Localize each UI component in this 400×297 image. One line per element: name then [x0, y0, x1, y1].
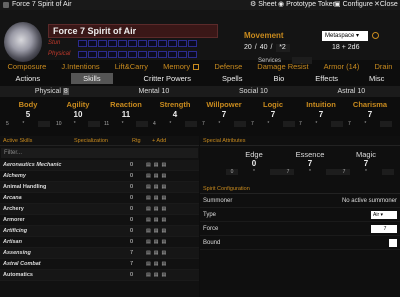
skill-actions-icon[interactable]: ▤▤▤: [146, 239, 169, 245]
skill-actions-icon[interactable]: ▤▤▤: [146, 217, 169, 223]
spirit-configuration: Spirit Configuration Summoner No active s…: [200, 184, 400, 250]
limits-bar: Physical 8 Mental 10 Social 10 Astral 10: [0, 86, 400, 97]
memory-link[interactable]: Memory: [163, 62, 200, 71]
skill-list: Aeronautics Mechanic 0 ▤▤▤ Alchemy 0 ▤▤▤ Ani…: [0, 160, 199, 281]
spirit-type-select[interactable]: Air ▾: [371, 210, 397, 219]
rtg-header: Rtg: [132, 137, 141, 144]
skill-actions-icon[interactable]: ▤▤▤: [146, 195, 169, 201]
drain-link[interactable]: Drain: [374, 62, 392, 71]
attribute-willpower[interactable]: Willpower 7 7 *: [202, 100, 246, 127]
tab-effects[interactable]: Effects: [315, 74, 338, 83]
tab-critter-powers[interactable]: Critter Powers: [144, 74, 192, 83]
attribute-logic[interactable]: Logic 7 7 *: [251, 100, 295, 127]
physical-track[interactable]: [78, 51, 197, 58]
special-attributes-panel: Special Attributes Edge 0 0 * Essence 7 7 * …: [200, 136, 400, 297]
skill-actions-icon[interactable]: ▤▤▤: [146, 228, 169, 234]
prototype-token-button[interactable]: ◉ Prototype Token: [278, 0, 337, 10]
initiative-toggle-icon[interactable]: [372, 32, 379, 39]
attribute-row: Body 5 5 * Agility 10 10 * Reaction 11 11 * Stren…: [0, 100, 400, 132]
tab-spells[interactable]: Spells: [222, 74, 242, 83]
skill-actions-icon[interactable]: ▤▤▤: [146, 250, 169, 256]
armor-link[interactable]: Armor (14): [324, 62, 360, 71]
physical-limit: Physical 8: [34, 88, 69, 95]
metaspace-select[interactable]: Metaspace ▾: [322, 31, 368, 41]
type-row: Type Air ▾: [200, 208, 400, 222]
attribute-charisma[interactable]: Charisma 7 7 *: [348, 100, 392, 127]
force-row: Force 7: [200, 222, 400, 236]
window-title: Force 7 Spirit of Air: [12, 1, 72, 8]
skill-actions-icon[interactable]: ▤▤▤: [146, 261, 169, 267]
skill-actions-icon[interactable]: ▤▤▤: [146, 162, 169, 168]
bound-checkbox[interactable]: [389, 238, 397, 247]
list-item[interactable]: Artificing 0 ▤▤▤: [0, 226, 199, 237]
memory-checkbox-icon[interactable]: [193, 63, 200, 70]
essence-attribute[interactable]: Essence 7 7 *: [282, 150, 338, 175]
list-item[interactable]: Automatics 0 ▤▤▤: [0, 270, 199, 281]
force-input[interactable]: 7: [371, 224, 397, 233]
spec-header: Specialization: [74, 137, 108, 144]
app-icon: [3, 2, 9, 8]
list-item[interactable]: Armorer 0 ▤▤▤: [0, 215, 199, 226]
mental-limit: Mental 10: [138, 88, 170, 95]
movement-label: Movement: [244, 31, 284, 40]
attribute-body[interactable]: Body 5 5 *: [6, 100, 50, 127]
skill-actions-icon[interactable]: ▤▤▤: [146, 173, 169, 179]
composure-link[interactable]: Composure: [8, 62, 47, 71]
tab-actions[interactable]: Actions: [15, 74, 40, 83]
skill-actions-icon[interactable]: ▤▤▤: [146, 272, 169, 278]
defense-link[interactable]: Defense: [214, 62, 242, 71]
configure-button[interactable]: ▣ Configure: [334, 0, 373, 10]
judge-intentions-link[interactable]: J.Intentions: [61, 62, 99, 71]
add-skill-button[interactable]: + Add: [152, 138, 166, 144]
damage-resist-link[interactable]: Damage Resist: [257, 62, 308, 71]
list-item[interactable]: Artisan 0 ▤▤▤: [0, 237, 199, 248]
movement-values: 20/40/*2: [244, 44, 290, 52]
list-item[interactable]: Astral Combat 7 ▤▤▤: [0, 259, 199, 270]
actor-header: Force 7 Spirit of Air Stun Physical Move…: [0, 10, 400, 64]
tab-misc[interactable]: Misc: [369, 74, 384, 83]
tab-skills[interactable]: Skills: [71, 72, 113, 84]
skill-actions-icon[interactable]: ▤▤▤: [146, 206, 169, 212]
spirit-configuration-title: Spirit Configuration: [200, 184, 400, 194]
skill-filter-input[interactable]: Filter...: [1, 148, 198, 158]
actor-portrait[interactable]: [4, 22, 42, 62]
edge-attribute[interactable]: Edge 0 0 *: [226, 150, 282, 175]
social-limit: Social 10: [238, 88, 268, 95]
list-item[interactable]: Animal Handling 0 ▤▤▤: [0, 182, 199, 193]
attribute-strength[interactable]: Strength 4 4 *: [153, 100, 197, 127]
actor-name-field[interactable]: Force 7 Spirit of Air: [48, 24, 218, 38]
skill-actions-icon[interactable]: ▤▤▤: [146, 184, 169, 190]
active-skills-panel: Active Skills Specialization Rtg + Add F…: [0, 136, 199, 297]
bound-row: Bound: [200, 236, 400, 250]
summoner-row: Summoner No active summoner: [200, 194, 400, 208]
skills-title: Active Skills: [3, 137, 33, 144]
attribute-agility[interactable]: Agility 10 10 *: [56, 100, 100, 127]
list-item[interactable]: Assensing 7 ▤▤▤: [0, 248, 199, 259]
close-button[interactable]: ✕Close: [374, 0, 398, 10]
test-nav-bar: Composure J.Intentions Lift&Carry Memory…: [0, 61, 400, 71]
stun-label: Stun: [48, 40, 61, 46]
initiative-value: 18 + 2d6: [332, 44, 360, 51]
skills-header: Active Skills Specialization Rtg + Add: [0, 136, 199, 146]
tab-bio[interactable]: Bio: [273, 74, 284, 83]
list-item[interactable]: Aeronautics Mechanic 0 ▤▤▤: [0, 160, 199, 171]
attribute-intuition[interactable]: Intuition 7 7 *: [299, 100, 343, 127]
astral-limit: Astral 10: [337, 88, 366, 95]
list-item[interactable]: Alchemy 0 ▤▤▤: [0, 171, 199, 182]
list-item[interactable]: Arcana 0 ▤▤▤: [0, 193, 199, 204]
summoner-value: No active summoner: [341, 197, 397, 204]
lift-carry-link[interactable]: Lift&Carry: [115, 62, 148, 71]
sheet-button[interactable]: ⚙ Sheet: [250, 0, 277, 10]
magic-attribute[interactable]: Magic 7 7 *: [338, 150, 394, 175]
physical-label: Physical: [48, 51, 71, 57]
stun-track[interactable]: [78, 40, 197, 47]
sheet-tabs: Actions Skills Critter Powers Spells Bio…: [0, 72, 400, 84]
window-titlebar: Force 7 Spirit of Air ⚙ Sheet ◉ Prototyp…: [0, 0, 400, 10]
special-attributes-title: Special Attributes: [200, 136, 400, 146]
list-item[interactable]: Archery 0 ▤▤▤: [0, 204, 199, 215]
attribute-reaction[interactable]: Reaction 11 11 *: [104, 100, 148, 127]
